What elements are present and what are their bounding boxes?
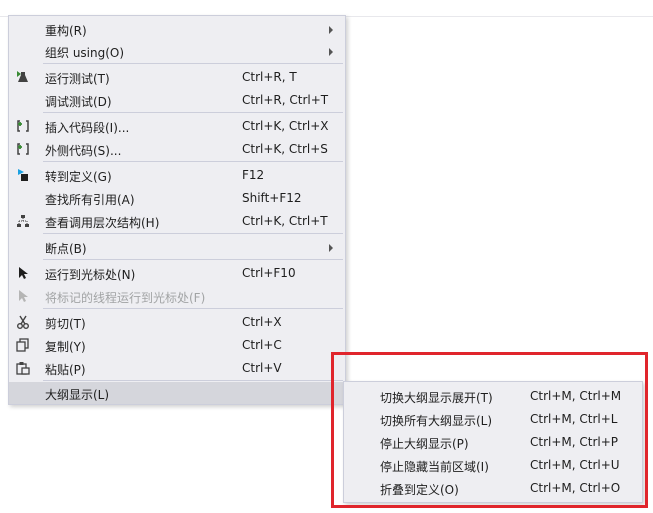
menu-item-run-flagged-threads-to-cursor[interactable]: 将标记的线程运行到光标处(F) xyxy=(9,285,345,307)
menu-item-label: 大纲显示(L) xyxy=(45,388,110,402)
menu-separator xyxy=(43,233,343,234)
menu-item-copy[interactable]: 复制(Y) Ctrl+C xyxy=(9,334,345,356)
copy-icon xyxy=(16,338,29,352)
menu-item-run-to-cursor[interactable]: 运行到光标处(N) Ctrl+F10 xyxy=(9,262,345,284)
annotation-highlight-box xyxy=(331,352,648,508)
menu-item-label: 外侧代码(S)... xyxy=(45,144,122,158)
menu-item-label: 查看调用层次结构(H) xyxy=(45,216,160,230)
menu-item-shortcut: Ctrl+C xyxy=(242,338,282,352)
menu-item-surround-with[interactable]: 外侧代码(S)... Ctrl+K, Ctrl+S xyxy=(9,138,345,160)
menu-item-shortcut: Shift+F12 xyxy=(242,191,302,205)
go-to-definition-icon xyxy=(18,169,28,181)
menu-item-paste[interactable]: 粘贴(P) Ctrl+V xyxy=(9,357,345,379)
menu-item-organize-using[interactable]: 组织 using(O) xyxy=(9,40,345,62)
menu-item-label: 将标记的线程运行到光标处(F) xyxy=(45,291,206,305)
menu-item-label: 重构(R) xyxy=(45,24,87,38)
menu-item-label: 插入代码段(I)... xyxy=(45,121,130,135)
menu-item-find-all-references[interactable]: 查找所有引用(A) Shift+F12 xyxy=(9,187,345,209)
menu-item-label: 复制(Y) xyxy=(45,340,86,354)
insert-snippet-icon xyxy=(17,120,29,132)
menu-item-label: 剪切(T) xyxy=(45,317,86,331)
menu-item-label: 调试测试(D) xyxy=(45,95,112,109)
submenu-arrow-icon xyxy=(329,244,333,252)
flask-run-icon xyxy=(17,71,28,82)
menu-item-run-tests[interactable]: 运行测试(T) Ctrl+R, T xyxy=(9,66,345,88)
menu-item-refactor[interactable]: 重构(R) xyxy=(9,18,345,40)
run-to-cursor-icon xyxy=(19,267,28,279)
menu-item-label: 查找所有引用(A) xyxy=(45,193,135,207)
menu-item-label: 运行测试(T) xyxy=(45,72,110,86)
submenu-arrow-icon xyxy=(329,26,333,34)
menu-item-shortcut: F12 xyxy=(242,168,265,182)
menu-item-view-call-hierarchy[interactable]: 查看调用层次结构(H) Ctrl+K, Ctrl+T xyxy=(9,210,345,232)
menu-item-label: 组织 using(O) xyxy=(45,46,125,60)
menu-item-label: 运行到光标处(N) xyxy=(45,268,136,282)
scissors-icon xyxy=(17,315,29,329)
menu-item-shortcut: Ctrl+V xyxy=(242,361,282,375)
submenu-arrow-icon xyxy=(329,48,333,56)
call-hierarchy-icon xyxy=(17,215,29,227)
menu-item-shortcut: Ctrl+K, Ctrl+T xyxy=(242,214,328,228)
menu-item-label: 粘贴(P) xyxy=(45,363,86,377)
menu-item-cut[interactable]: 剪切(T) Ctrl+X xyxy=(9,311,345,333)
surround-with-icon xyxy=(17,143,29,155)
menu-separator xyxy=(43,259,343,260)
menu-item-debug-tests[interactable]: 调试测试(D) Ctrl+R, Ctrl+T xyxy=(9,89,345,111)
menu-item-shortcut: Ctrl+K, Ctrl+S xyxy=(242,142,328,156)
menu-item-shortcut: Ctrl+X xyxy=(242,315,282,329)
menu-separator xyxy=(43,112,343,113)
menu-item-label: 断点(B) xyxy=(45,242,87,256)
menu-item-label: 转到定义(G) xyxy=(45,170,112,184)
menu-item-shortcut: Ctrl+R, Ctrl+T xyxy=(242,93,329,107)
menu-separator xyxy=(43,308,343,309)
menu-separator xyxy=(43,63,343,64)
menu-item-go-to-definition[interactable]: 转到定义(G) F12 xyxy=(9,164,345,186)
menu-item-shortcut: Ctrl+R, T xyxy=(242,70,297,84)
paste-icon xyxy=(16,362,30,375)
menu-item-outlining[interactable]: 大纲显示(L) xyxy=(9,382,345,404)
run-flagged-threads-icon xyxy=(19,290,28,302)
menu-item-insert-snippet[interactable]: 插入代码段(I)... Ctrl+K, Ctrl+X xyxy=(9,115,345,137)
menu-item-breakpoint[interactable]: 断点(B) xyxy=(9,236,345,258)
menu-separator xyxy=(43,380,343,381)
context-menu: 重构(R) 组织 using(O) 运行测试(T) Ctrl+R, T 调试测试… xyxy=(8,15,346,405)
menu-item-shortcut: Ctrl+F10 xyxy=(242,266,296,280)
menu-item-shortcut: Ctrl+K, Ctrl+X xyxy=(242,119,329,133)
menu-separator xyxy=(43,161,343,162)
